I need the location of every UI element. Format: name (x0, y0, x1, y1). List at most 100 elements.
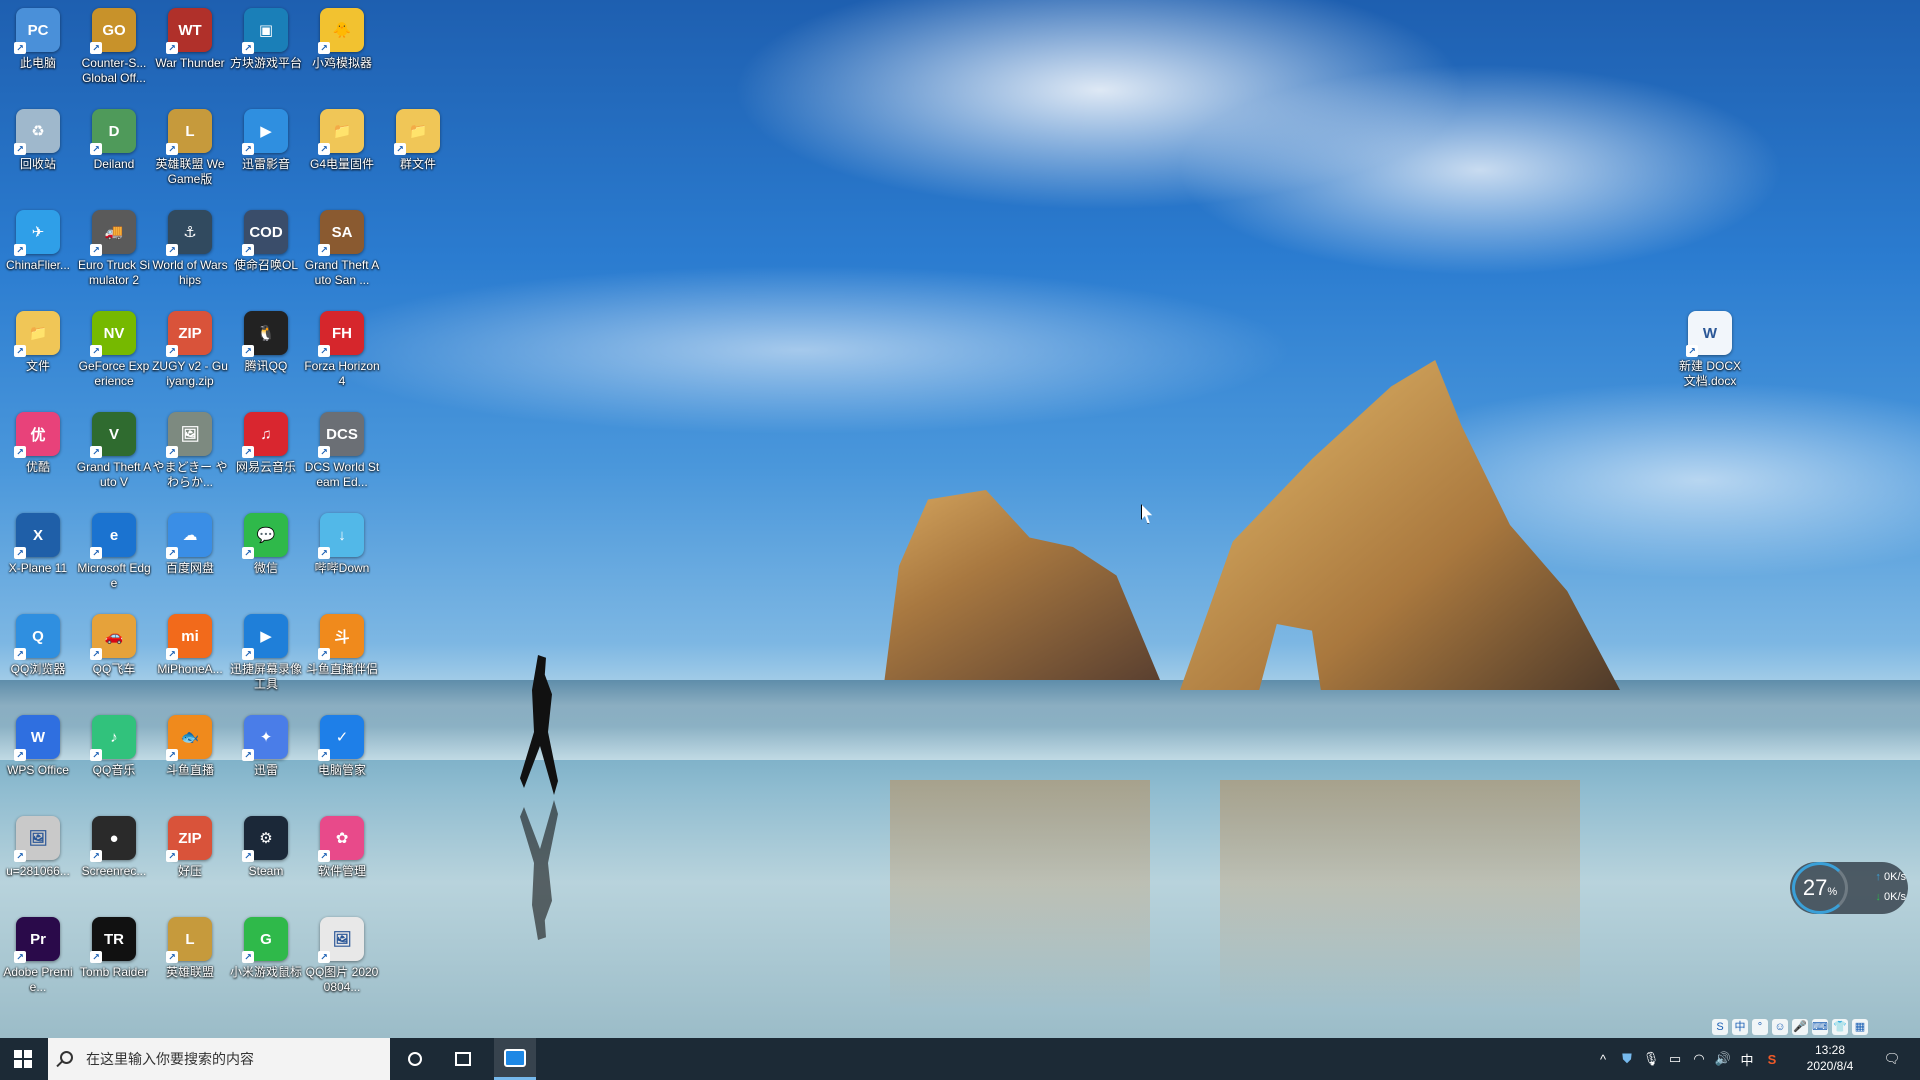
desktop-icon[interactable]: 🐥 ↗ 小鸡模拟器 (304, 0, 380, 71)
desktop-icon-label: 百度网盘 (165, 561, 214, 575)
desktop-icon-label: 电脑管家 (317, 763, 366, 777)
desktop-icon[interactable]: ▶ ↗ 迅雷影音 (228, 101, 304, 172)
desktop-icon[interactable]: W ↗ 新建 DOCX 文档.docx (1672, 303, 1748, 389)
taskbar-app-screen-recorder[interactable] (494, 1038, 536, 1080)
desktop-icon[interactable]: ☁ ↗ 百度网盘 (152, 505, 228, 576)
start-button[interactable] (0, 1038, 46, 1080)
ime-toolbar-button[interactable]: ▦ (1852, 1019, 1868, 1035)
dcs-world-icon: DCS ↗ (318, 412, 364, 458)
ime-toolbar-button[interactable]: 中 (1732, 1019, 1748, 1035)
desktop-icon[interactable]: DCS ↗ DCS World Steam Ed... (304, 404, 380, 490)
tray-volume-icon[interactable]: 🔊 (1712, 1038, 1734, 1080)
tray-ime-indicator[interactable]: 中 (1736, 1038, 1758, 1080)
taskbar-clock[interactable]: 13:28 2020/8/4 (1790, 1042, 1870, 1074)
shortcut-arrow-icon: ↗ (318, 850, 330, 862)
desktop-icon[interactable]: ▶ ↗ 迅捷屏幕录像工具 (228, 606, 304, 692)
desktop-icon[interactable]: 🐟 ↗ 斗鱼直播 (152, 707, 228, 778)
desktop-icon[interactable]: ♫ ↗ 网易云音乐 (228, 404, 304, 475)
shortcut-arrow-icon: ↗ (166, 547, 178, 559)
network-speed-widget[interactable]: 27% ↑ 0K/s ↓ 0K/s (1790, 862, 1908, 914)
task-view-button[interactable] (440, 1038, 486, 1080)
ime-toolbar-button[interactable]: ° (1752, 1019, 1768, 1035)
desktop-icon[interactable]: 💬 ↗ 微信 (228, 505, 304, 576)
cortana-button[interactable] (392, 1038, 438, 1080)
desktop-icon-label: Tomb Raider (79, 965, 149, 979)
shortcut-arrow-icon: ↗ (14, 951, 26, 963)
ime-toolbar[interactable]: S 中 ° ☺ 🎤 ⌨ 👕 ▦ (1712, 1017, 1918, 1037)
desktop-icon[interactable]: ↓ ↗ 哔哔Down (304, 505, 380, 576)
shortcut-arrow-icon: ↗ (166, 648, 178, 660)
desktop-icon[interactable]: 优 ↗ 优酷 (0, 404, 76, 475)
shortcut-arrow-icon: ↗ (14, 648, 26, 660)
desktop-icon[interactable]: Q ↗ QQ浏览器 (0, 606, 76, 677)
desktop-icon[interactable]: 🖼 ↗ QQ图片 20200804... (304, 909, 380, 995)
desktop-icon[interactable]: e ↗ Microsoft Edge (76, 505, 152, 591)
desktop-icon[interactable]: W ↗ WPS Office (0, 707, 76, 778)
cpu-usage-dial: 27% (1792, 862, 1848, 914)
screen-recorder-icon (504, 1048, 526, 1067)
desktop-icon[interactable]: V ↗ Grand Theft Auto V (76, 404, 152, 490)
desktop-icon[interactable]: 🖼 ↗ u=281066... (0, 808, 76, 879)
desktop-icon[interactable]: ✈ ↗ ChinaFlier... (0, 202, 76, 273)
tray-battery-icon[interactable]: ▭ (1664, 1038, 1686, 1080)
ime-toolbar-button[interactable]: 🎤 (1792, 1019, 1808, 1035)
desktop-icon[interactable]: WT ↗ War Thunder (152, 0, 228, 71)
ime-toolbar-button[interactable]: ☺ (1772, 1019, 1788, 1035)
desktop-icon[interactable]: ⚙ ↗ Steam (228, 808, 304, 879)
desktop-icon[interactable]: 🖼 ↗ やまどきー やわらか... (152, 404, 228, 490)
desktop-icon[interactable]: 斗 ↗ 斗鱼直播伴侣 (304, 606, 380, 677)
douyu-icon: 🐟 ↗ (166, 715, 212, 761)
tray-security-icon[interactable]: ⛊ (1616, 1038, 1638, 1080)
tray-overflow-button[interactable]: ^ (1592, 1038, 1614, 1080)
desktop-icon[interactable]: ZIP ↗ 好压 (152, 808, 228, 879)
desktop-icon[interactable]: SA ↗ Grand Theft Auto San ... (304, 202, 380, 288)
desktop-icon[interactable]: 🚗 ↗ QQ飞车 (76, 606, 152, 677)
desktop-icon[interactable]: 📁 ↗ G4电量固件 (304, 101, 380, 172)
taskbar-search-box[interactable]: 在这里输入你要搜索的内容 (48, 1038, 390, 1080)
shortcut-arrow-icon: ↗ (90, 42, 102, 54)
desktop-icon-label: Euro Truck Simulator 2 (77, 258, 151, 287)
desktop-icon-label: QQ音乐 (92, 763, 136, 777)
desktop-icon[interactable]: ✿ ↗ 软件管理 (304, 808, 380, 879)
shortcut-arrow-icon: ↗ (90, 648, 102, 660)
action-center-button[interactable]: 🗨 (1872, 1038, 1912, 1080)
xunlei-player-icon: ▶ ↗ (242, 109, 288, 155)
tray-microphone-icon[interactable]: 🎙 (1640, 1038, 1662, 1080)
desktop-icon[interactable]: TR ↗ Tomb Raider (76, 909, 152, 980)
desktop-icon[interactable]: NV ↗ GeForce Experience (76, 303, 152, 389)
desktop-icon[interactable]: mi ↗ MiPhoneA... (152, 606, 228, 677)
desktop-icon[interactable]: G ↗ 小米游戏鼠标 (228, 909, 304, 980)
desktop-icon[interactable]: ▣ ↗ 方块游戏平台 (228, 0, 304, 71)
clock-time: 13:28 (1814, 1043, 1846, 1057)
desktop-icon[interactable]: 📁 ↗ 文件 (0, 303, 76, 374)
desktop-icon[interactable]: COD ↗ 使命召唤OL (228, 202, 304, 273)
shortcut-arrow-icon: ↗ (90, 850, 102, 862)
desktop-icon-label: 此电脑 (19, 56, 56, 70)
desktop-icon[interactable]: ✦ ↗ 迅雷 (228, 707, 304, 778)
desktop-icon[interactable]: 📁 ↗ 群文件 (380, 101, 456, 172)
desktop-icon[interactable]: Pr ↗ Adobe Premie... (0, 909, 76, 995)
desktop-icon[interactable]: L ↗ 英雄联盟 (152, 909, 228, 980)
desktop-icon[interactable]: 🚚 ↗ Euro Truck Simulator 2 (76, 202, 152, 288)
desktop-icon[interactable]: ✓ ↗ 电脑管家 (304, 707, 380, 778)
tray-sogou-icon[interactable]: S (1760, 1038, 1784, 1080)
desktop-icon[interactable]: X ↗ X-Plane 11 (0, 505, 76, 576)
ime-toolbar-button[interactable]: S (1712, 1019, 1728, 1035)
screen-recorder-icon: ▶ ↗ (242, 614, 288, 660)
desktop-icon[interactable]: GO ↗ Counter-S... Global Off... (76, 0, 152, 86)
desktop-icon[interactable]: ♪ ↗ QQ音乐 (76, 707, 152, 778)
edge-icon: e ↗ (90, 513, 136, 559)
desktop-icon[interactable]: ⚓ ↗ World of Warships (152, 202, 228, 288)
cortana-circle-icon (408, 1052, 422, 1066)
ime-toolbar-button[interactable]: ⌨ (1812, 1019, 1828, 1035)
desktop-icon[interactable]: 🐧 ↗ 腾讯QQ (228, 303, 304, 374)
desktop-icon[interactable]: ♻ ↗ 回收站 (0, 101, 76, 172)
ime-toolbar-button[interactable]: 👕 (1832, 1019, 1848, 1035)
desktop-icon[interactable]: D ↗ Deiland (76, 101, 152, 172)
desktop-icon[interactable]: ● ↗ Screenrec... (76, 808, 152, 879)
desktop-icon[interactable]: L ↗ 英雄联盟 WeGame版 (152, 101, 228, 187)
desktop-icon[interactable]: ZIP ↗ ZUGY v2 - Guiyang.zip (152, 303, 228, 389)
desktop-icon[interactable]: FH ↗ Forza Horizon 4 (304, 303, 380, 389)
tray-wifi-icon[interactable]: ◠ (1688, 1038, 1710, 1080)
desktop-icon[interactable]: PC ↗ 此电脑 (0, 0, 76, 71)
